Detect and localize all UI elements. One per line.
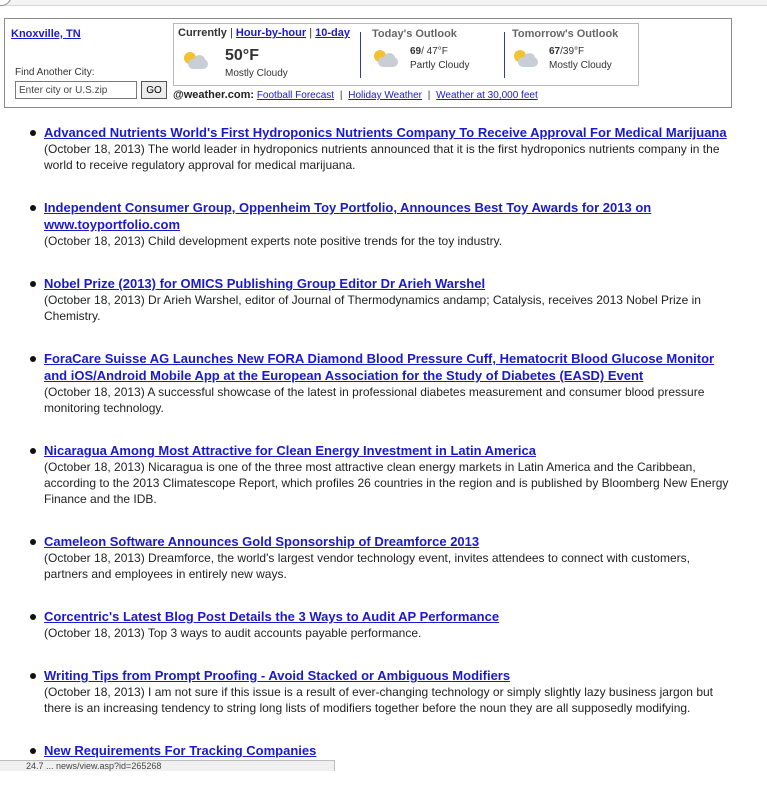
divider [360, 32, 361, 78]
holiday-weather-link[interactable]: Holiday Weather [348, 90, 422, 101]
bullet-icon [30, 281, 36, 287]
mostly-cloudy-icon [514, 50, 540, 68]
news-list: Advanced Nutrients World's First Hydropo… [0, 124, 767, 785]
news-item: New Requirements For Tracking Companies [0, 742, 767, 759]
news-item: Independent Consumer Group, Oppenheim To… [0, 199, 767, 249]
ten-day-link[interactable]: 10-day [315, 27, 350, 39]
tomorrow-outlook-title: Tomorrow's Outlook [512, 28, 619, 40]
news-summary: (October 18, 2013) Top 3 ways to audit a… [44, 626, 422, 640]
news-item: Nobel Prize (2013) for OMICS Publishing … [0, 275, 767, 324]
bullet-icon [30, 673, 36, 679]
currently-label: Currently [178, 27, 227, 39]
nav-separator: | [229, 27, 233, 39]
news-summary: (October 18, 2013) A successful showcase… [44, 385, 705, 415]
tomorrow-temperature: 67/39°F [549, 46, 585, 57]
today-outlook-title: Today's Outlook [372, 28, 457, 40]
browser-top-edge [0, 0, 767, 6]
news-headline-link[interactable]: Advanced Nutrients World's First Hydropo… [44, 124, 731, 141]
news-summary: (October 18, 2013) Child development exp… [44, 234, 503, 248]
news-summary: (October 18, 2013) Dr Arieh Warshel, edi… [44, 293, 701, 323]
bullet-icon [30, 539, 36, 545]
news-item: Writing Tips from Prompt Proofing - Avoi… [0, 667, 767, 716]
news-summary: (October 18, 2013) The world leader in h… [44, 142, 720, 172]
partly-cloudy-icon [184, 52, 210, 70]
news-headline-link[interactable]: Nicaragua Among Most Attractive for Clea… [44, 442, 731, 459]
weather-links: @weather.com: Football Forecast | Holida… [173, 89, 538, 101]
current-temperature: 50°F [225, 47, 259, 64]
news-item: Nicaragua Among Most Attractive for Clea… [0, 442, 767, 507]
weather-30000-feet-link[interactable]: Weather at 30,000 feet [436, 90, 538, 101]
news-item: Corcentric's Latest Blog Post Details th… [0, 608, 767, 641]
bullet-icon [30, 205, 36, 211]
news-headline-link[interactable]: ForaCare Suisse AG Launches New FORA Dia… [44, 350, 731, 384]
news-headline-link[interactable]: New Requirements For Tracking Companies [44, 742, 731, 759]
bullet-icon [30, 748, 36, 754]
news-headline-link[interactable]: Cameleon Software Announces Gold Sponsor… [44, 533, 731, 550]
weather-widget: Knoxville, TN Find Another City: GO Curr… [4, 18, 732, 108]
bullet-icon [30, 448, 36, 454]
news-summary: (October 18, 2013) I am not sure if this… [44, 685, 713, 715]
go-button[interactable]: GO [141, 81, 167, 99]
news-item: ForaCare Suisse AG Launches New FORA Dia… [0, 350, 767, 416]
find-city-label: Find Another City: [15, 67, 95, 78]
current-condition: Mostly Cloudy [225, 68, 288, 79]
hour-by-hour-link[interactable]: Hour-by-hour [236, 27, 306, 39]
partly-cloudy-icon [374, 50, 400, 68]
bullet-icon [30, 356, 36, 362]
weather-brand: @weather.com: [173, 89, 255, 101]
bullet-icon [30, 130, 36, 136]
status-bar: 24.7 ... news/view.asp?id=265268 [0, 760, 335, 771]
news-item: Cameleon Software Announces Gold Sponsor… [0, 533, 767, 582]
news-item: Advanced Nutrients World's First Hydropo… [0, 124, 767, 173]
forecast-panel: Currently | Hour-by-hour | 10-day 50°F M… [173, 23, 639, 86]
news-headline-link[interactable]: Corcentric's Latest Blog Post Details th… [44, 608, 731, 625]
nav-separator: | [309, 27, 313, 39]
divider [504, 32, 505, 78]
bullet-icon [30, 614, 36, 620]
link-separator: | [339, 90, 343, 101]
news-summary: (October 18, 2013) Nicaragua is one of t… [44, 460, 729, 506]
news-headline-link[interactable]: Independent Consumer Group, Oppenheim To… [44, 199, 731, 233]
tomorrow-condition: Mostly Cloudy [549, 60, 612, 71]
link-separator: | [427, 90, 431, 101]
news-summary: (October 18, 2013) Dreamforce, the world… [44, 551, 690, 581]
city-search-input[interactable] [15, 81, 137, 99]
news-headline-link[interactable]: Writing Tips from Prompt Proofing - Avoi… [44, 667, 731, 684]
today-condition: Partly Cloudy [410, 60, 470, 71]
news-headline-link[interactable]: Nobel Prize (2013) for OMICS Publishing … [44, 275, 731, 292]
current-nav: Currently | Hour-by-hour | 10-day [178, 27, 350, 39]
city-link[interactable]: Knoxville, TN [11, 28, 81, 40]
football-forecast-link[interactable]: Football Forecast [257, 90, 334, 101]
today-temperature: 69/ 47°F [410, 46, 448, 57]
